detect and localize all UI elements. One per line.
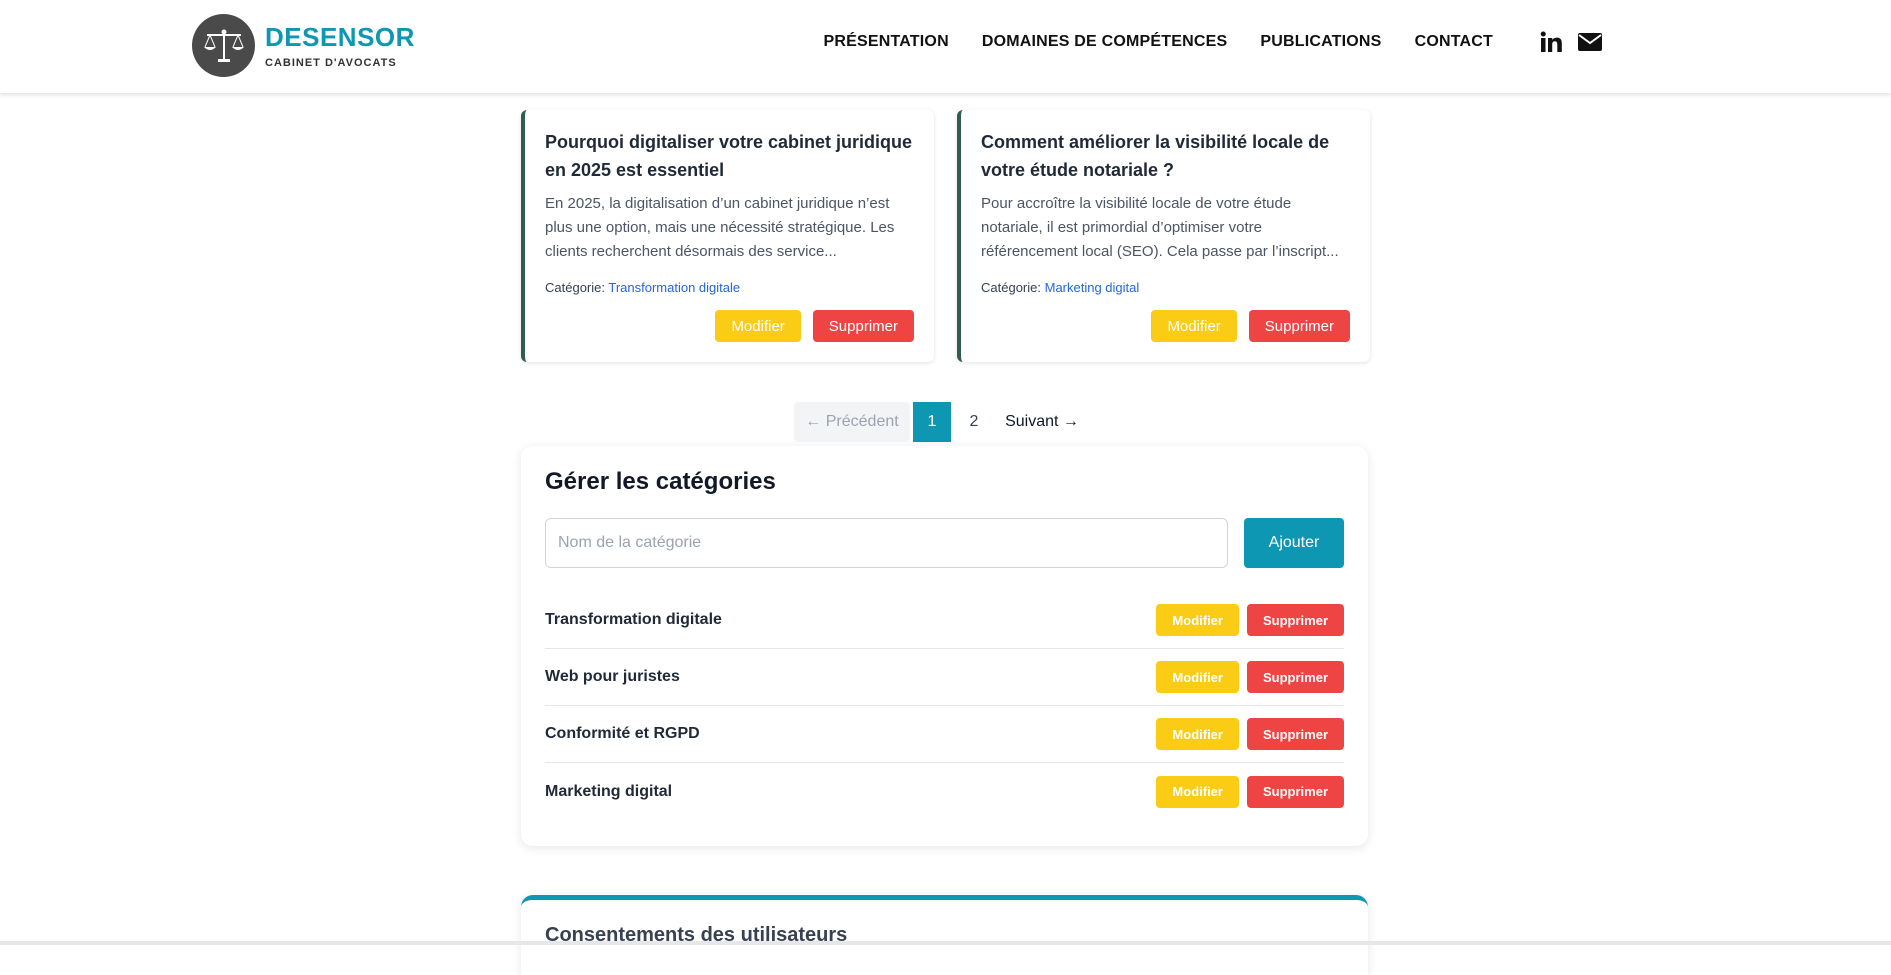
scales-icon <box>192 14 255 77</box>
article-title[interactable]: Comment améliorer la visibilité locale d… <box>981 128 1350 184</box>
page-1-button[interactable]: 1 <box>913 402 951 442</box>
previous-page-button[interactable]: ← Précédent <box>794 402 910 442</box>
category-label: Catégorie: <box>981 280 1041 295</box>
edit-category-button[interactable]: Modifier <box>1156 775 1239 808</box>
logo[interactable]: DESENSOR CABINET D'AVOCATS <box>192 14 415 77</box>
add-category-button[interactable]: Ajouter <box>1244 518 1344 568</box>
panel-title: Gérer les catégories <box>545 468 776 495</box>
page-2-button[interactable]: 2 <box>951 402 997 442</box>
category-name: Web pour juristes <box>545 668 680 685</box>
category-list: Transformation digitale Modifier Supprime… <box>545 592 1344 820</box>
edit-category-button[interactable]: Modifier <box>1156 718 1239 750</box>
next-page-button[interactable]: Suivant → <box>997 402 1087 442</box>
delete-category-button[interactable]: Supprimer <box>1246 775 1344 808</box>
edit-category-button[interactable]: Modifier <box>1156 661 1239 693</box>
list-item: Transformation digitale Modifier Supprime… <box>545 592 1344 649</box>
nav-contact[interactable]: CONTACT <box>1415 33 1493 51</box>
delete-category-button[interactable]: Supprimer <box>1246 604 1344 636</box>
category-name: Conformité et RGPD <box>545 725 700 742</box>
list-item: Web pour juristes Modifier Supprimer <box>545 649 1344 706</box>
delete-category-button[interactable]: Supprimer <box>1246 718 1344 750</box>
article-excerpt: En 2025, la digitalisation d’un cabinet … <box>545 195 895 260</box>
category-link[interactable]: Marketing digital <box>1045 280 1140 295</box>
edit-article-button[interactable]: Modifier <box>1151 310 1237 342</box>
brand-tagline: CABINET D'AVOCATS <box>265 56 397 69</box>
category-name: Marketing digital <box>545 782 673 800</box>
article-card: Pourquoi digitaliser votre cabinet jurid… <box>521 110 934 362</box>
linkedin-icon[interactable] <box>1539 30 1563 54</box>
mail-icon[interactable] <box>1577 31 1603 53</box>
article-category: Catégorie: Marketing digital <box>981 280 1350 295</box>
delete-article-button[interactable]: Supprimer <box>1248 310 1350 342</box>
edit-category-button[interactable]: Modifier <box>1156 604 1239 636</box>
category-label: Catégorie: <box>545 280 605 295</box>
categories-panel: Gérer les catégories Ajouter Transformat… <box>521 446 1368 846</box>
delete-article-button[interactable]: Supprimer <box>812 310 914 342</box>
nav-domaines[interactable]: DOMAINES DE COMPÉTENCES <box>982 33 1228 51</box>
edit-article-button[interactable]: Modifier <box>715 310 801 342</box>
site-header: DESENSOR CABINET D'AVOCATS PRÉSENTATION … <box>0 0 1891 93</box>
brand-name: DESENSOR <box>265 21 415 52</box>
nav-publications[interactable]: PUBLICATIONS <box>1260 33 1381 51</box>
article-title[interactable]: Pourquoi digitaliser votre cabinet jurid… <box>545 128 914 184</box>
delete-category-button[interactable]: Supprimer <box>1246 661 1344 693</box>
pagination: ← Précédent 1 2 Suivant → <box>794 402 1087 442</box>
article-category: Catégorie: Transformation digitale <box>545 280 914 295</box>
category-name-input[interactable] <box>545 518 1228 568</box>
main-nav: PRÉSENTATION DOMAINES DE COMPÉTENCES PUB… <box>790 30 1603 54</box>
consents-panel: Consentements des utilisateurs <box>521 895 1368 975</box>
article-card: Comment améliorer la visibilité locale d… <box>957 110 1370 362</box>
article-excerpt: Pour accroître la visibilité locale de v… <box>981 195 1339 260</box>
list-item: Conformité et RGPD Modifier Supprimer <box>545 706 1344 763</box>
list-item: Marketing digital Modifier Supprimer <box>545 763 1344 820</box>
category-name: Transformation digitale <box>545 611 722 628</box>
nav-presentation[interactable]: PRÉSENTATION <box>823 33 948 51</box>
scroll-edge <box>0 941 1891 945</box>
category-link[interactable]: Transformation digitale <box>608 280 740 295</box>
